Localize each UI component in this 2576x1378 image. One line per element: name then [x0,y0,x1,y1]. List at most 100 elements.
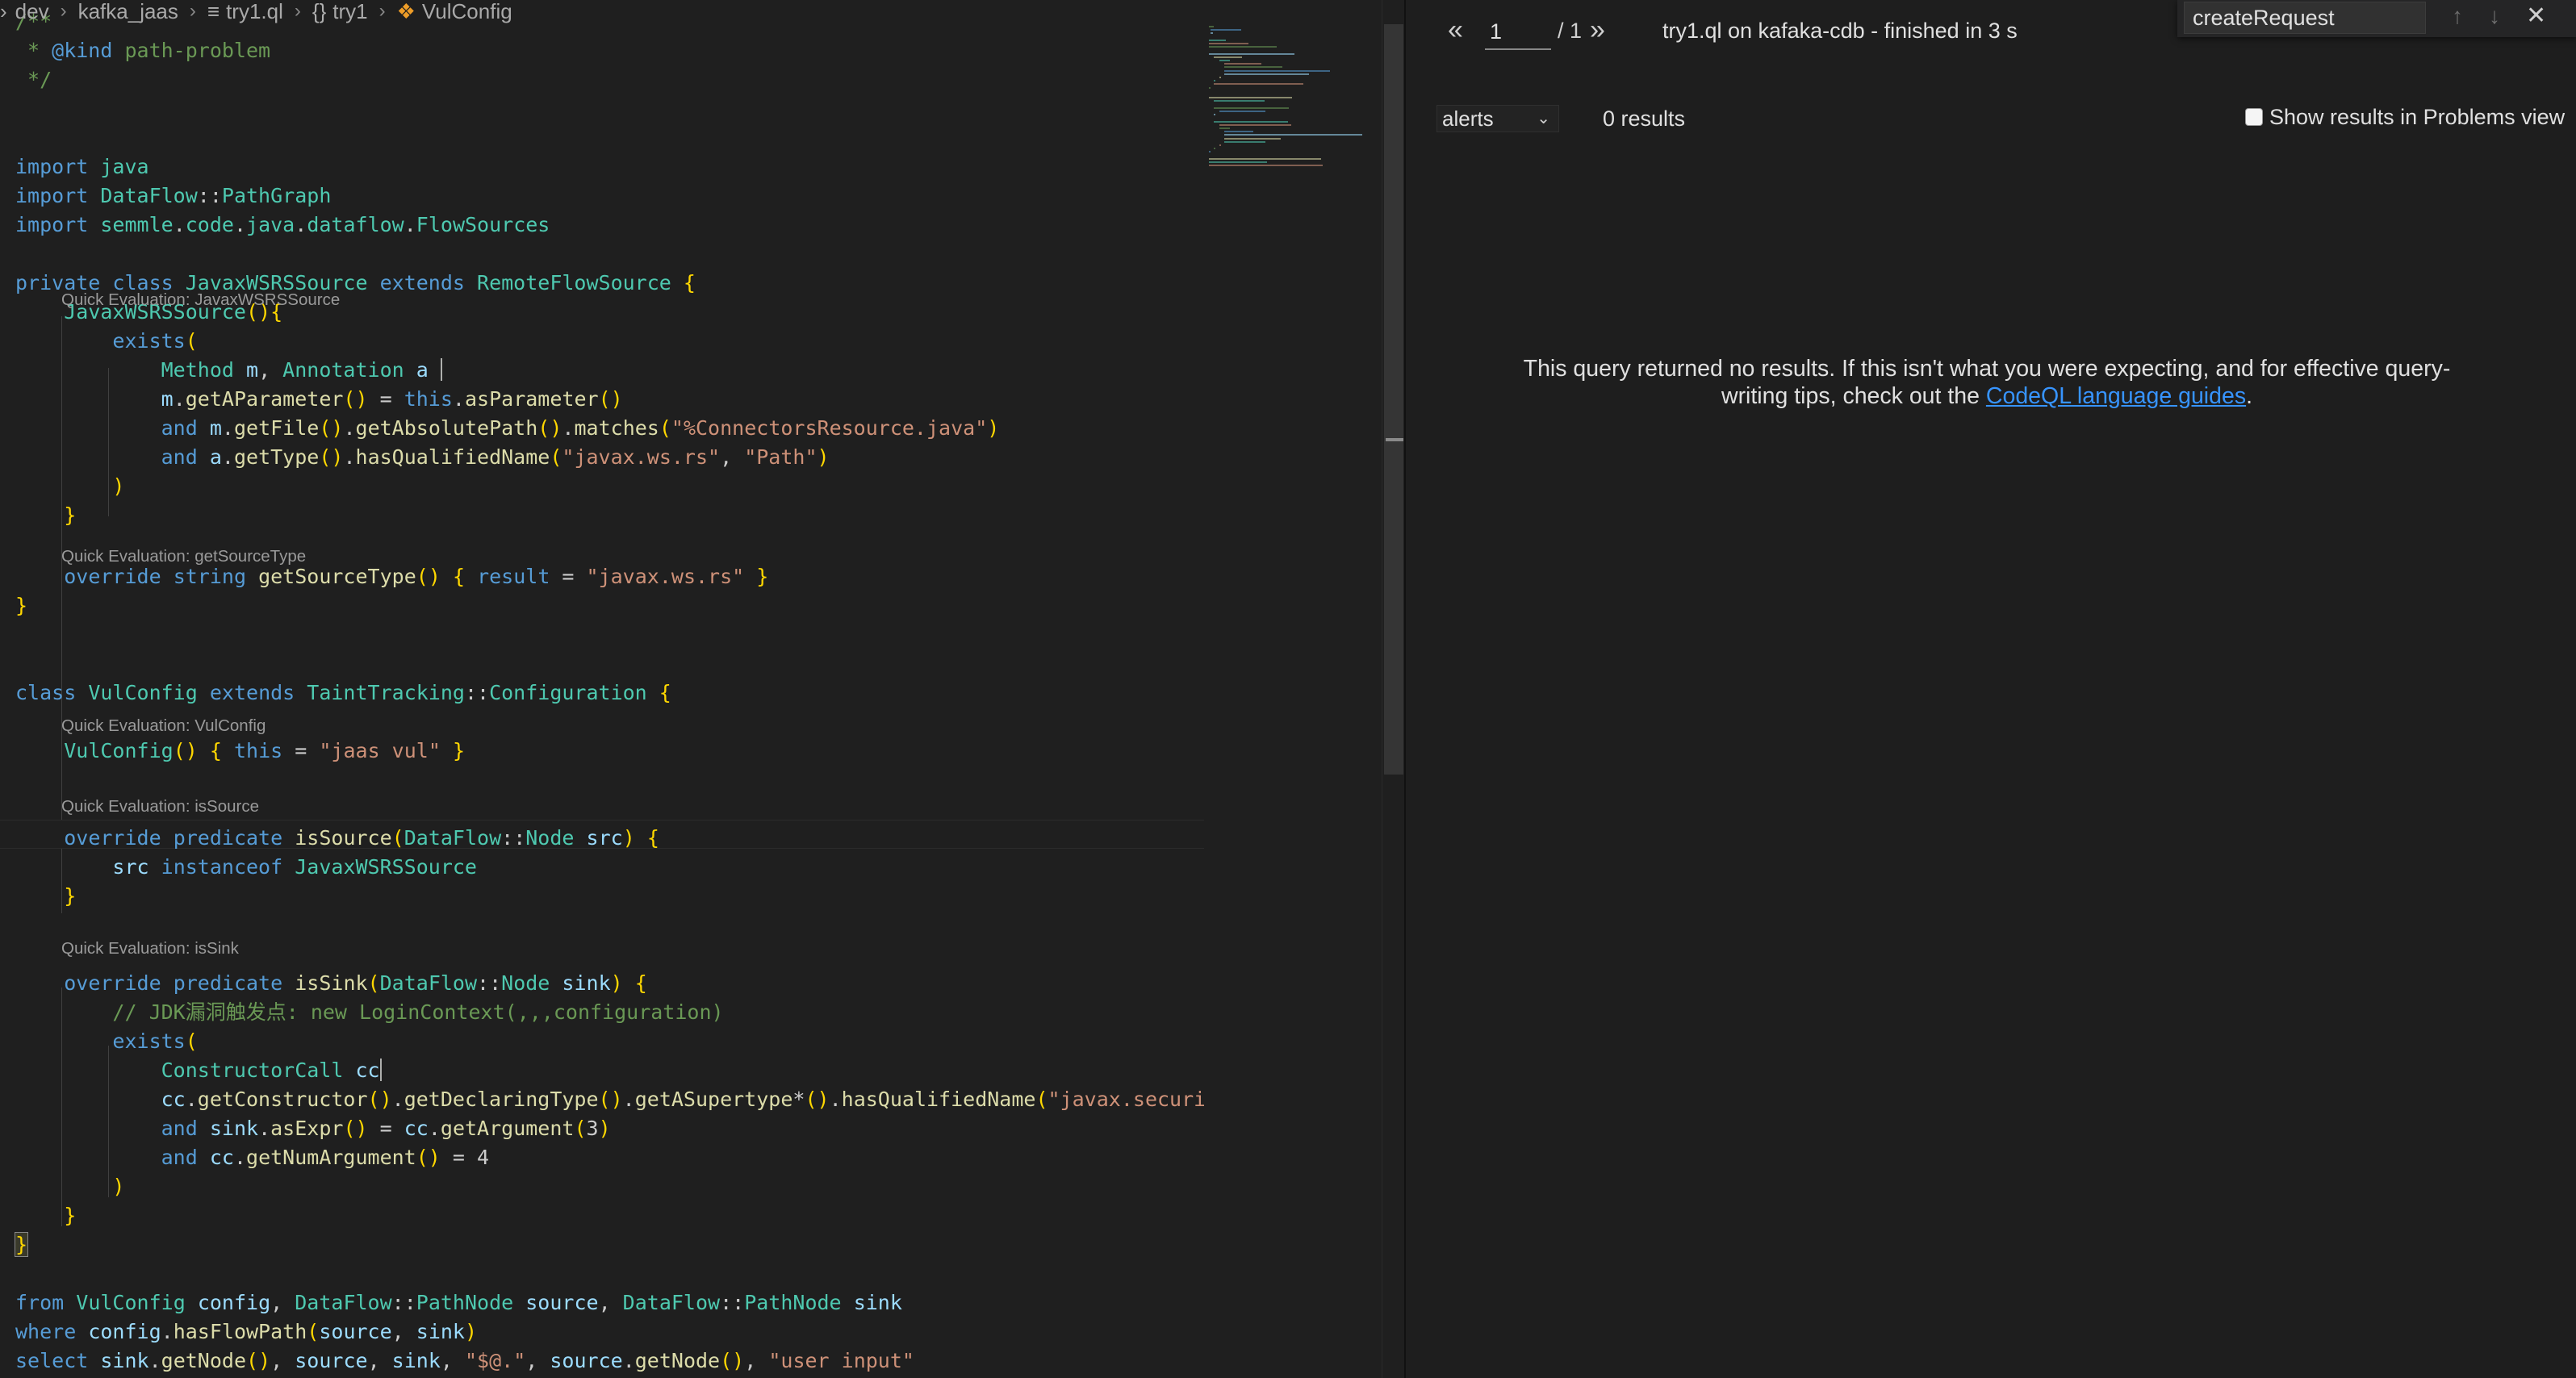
breadcrumb-item-class[interactable]: VulConfig [422,0,512,24]
arrow-up-icon[interactable]: ↑ [2452,3,2463,29]
quick-evaluation-lens[interactable]: Quick Evaluation: JavaxWSRSSource [61,290,340,310]
next-page-button[interactable]: » [1590,15,1605,46]
code-line[interactable]: and cc.getNumArgument() = 4 [15,1143,489,1172]
close-icon[interactable]: ✕ [2526,2,2546,30]
code-line[interactable]: Method m, Annotation a [15,356,442,385]
code-line[interactable]: ) [15,1172,124,1201]
code-line[interactable]: m.getAParameter() = this.asParameter() [15,385,623,414]
minimap-line [1214,148,1216,150]
code-line[interactable]: ) [15,472,124,501]
breadcrumb-sep: › [189,0,196,22]
code-line[interactable]: override predicate isSource(DataFlow::No… [15,824,659,853]
breadcrumb-sep: › [378,0,386,22]
code-line[interactable]: import java [15,152,149,182]
minimap-line [1224,66,1283,69]
breadcrumb-item-file[interactable]: try1.ql [226,0,283,24]
code-line[interactable]: */ [15,65,52,94]
code-line[interactable]: import DataFlow::PathGraph [15,182,331,211]
code-line[interactable]: and m.getFile().getAbsolutePath().matche… [15,414,1000,443]
code-line[interactable]: ConstructorCall cc [15,1056,382,1085]
code-line[interactable]: select sink.getNode(), source, sink, "$@… [15,1347,914,1376]
minimap-line [1214,120,1288,123]
code-line[interactable]: where config.hasFlowPath(source, sink) [15,1317,477,1347]
empty-message-end: . [2246,383,2253,409]
minimap-line [1224,134,1363,136]
code-editor[interactable]: /** * @kind path-problem */import java im… [0,0,1404,1378]
breadcrumb-sep: › [60,0,67,22]
minimap-line [1219,111,1265,112]
find-widget: ↑ ↓ ✕ [2177,0,2576,37]
editor-scrollbar[interactable] [1382,0,1404,1378]
code-line[interactable]: // JDK漏洞触发点: new LoginContext(,,,configu… [15,998,723,1027]
result-count: 0 results [1603,106,1686,131]
minimap-line [1219,77,1221,78]
code-line[interactable]: * @kind path-problem [15,36,270,65]
problems-view-checkbox[interactable] [2245,108,2263,126]
class-icon: ❖ [396,0,416,23]
minimap-line [1209,151,1211,153]
minimap-line [1214,114,1216,116]
breadcrumb-item-module[interactable]: try1 [332,0,367,24]
code-line[interactable]: } [15,882,76,911]
minimap-line [1219,144,1221,146]
breadcrumb-item-dev[interactable]: dev [15,0,49,24]
problems-view-label: Show results in Problems view [2269,105,2566,129]
editor-scrollbar-thumb[interactable] [1384,24,1403,775]
code-line[interactable]: } [14,1230,29,1259]
minimap-line [1209,26,1214,27]
quick-evaluation-lens[interactable]: Quick Evaluation: VulConfig [61,716,266,736]
minimap-line [1209,43,1249,44]
minimap-line [1209,52,1295,55]
chevron-down-icon: ⌄ [1537,110,1550,127]
minimap-line [1224,73,1309,75]
codeql-guides-link[interactable]: CodeQL language guides [1986,383,2246,409]
query-results-panel: « / 1 » try1.ql on kafaka-cdb - finished… [1404,0,2576,1378]
code-line[interactable]: and sink.asExpr() = cc.getArgument(3) [15,1114,611,1143]
result-set-select[interactable]: alerts ⌄ [1436,105,1559,132]
code-line[interactable]: } [15,591,27,620]
page-total: / 1 [1558,19,1583,43]
find-input[interactable] [2184,2,2426,34]
code-line[interactable]: import semmle.code.java.dataflow.FlowSou… [15,211,550,240]
minimap-line [1224,140,1266,143]
breadcrumb-sep: › [294,0,301,22]
minimap-line [1209,165,1323,167]
arrow-down-icon[interactable]: ↓ [2489,3,2500,29]
code-line[interactable]: VulConfig() { this = "jaas vul" } [15,737,465,766]
code-line[interactable]: cc.getConstructor().getDeclaringType().g… [15,1085,1255,1114]
minimap-line [1214,83,1303,86]
breadcrumb: › dev › kafka_jaas › ≡ try1.ql › {} try1… [0,0,512,23]
code-line[interactable]: exists( [15,327,197,356]
code-line[interactable]: from VulConfig config, DataFlow::PathNod… [15,1288,902,1317]
code-line[interactable]: override predicate isSink(DataFlow::Node… [15,969,647,998]
code-line[interactable]: exists( [15,1027,197,1056]
minimap-line [1224,131,1254,133]
minimap-line [1209,46,1277,48]
minimap-line [1224,137,1282,140]
minimap[interactable] [1204,0,1382,1378]
minimap-line [1219,123,1292,126]
minimap-line [1219,127,1231,129]
minimap-line [1214,56,1242,58]
breadcrumb-item-folder[interactable]: kafka_jaas [78,0,178,24]
page-number-input[interactable] [1485,15,1551,50]
code-area[interactable]: /** * @kind path-problem */import java im… [0,0,1254,1378]
prev-page-button[interactable]: « [1448,15,1463,46]
quick-evaluation-lens[interactable]: Quick Evaluation: getSourceType [61,547,306,566]
code-line[interactable]: and a.getType().hasQualifiedName("javax.… [15,443,830,472]
code-line[interactable]: class VulConfig extends TaintTracking::C… [15,679,671,708]
minimap-line [1214,106,1290,109]
minimap-line [1224,69,1331,72]
quick-evaluation-lens[interactable]: Quick Evaluation: isSource [61,797,259,816]
code-line[interactable]: } [15,1201,76,1230]
code-line[interactable]: } [15,501,76,530]
code-line[interactable]: override string getSourceType() { result… [15,562,768,591]
minimap-line [1209,39,1226,41]
quick-evaluation-lens[interactable]: Quick Evaluation: isSink [61,939,239,958]
minimap-line [1209,86,1211,89]
code-line[interactable]: src instanceof JavaxWSRSSource [15,853,477,882]
result-title: try1.ql on kafaka-cdb - finished in 3 se… [1662,19,2018,43]
minimap-line [1219,60,1231,61]
result-set-value: alerts [1442,106,1494,131]
minimap-line [1214,100,1265,102]
